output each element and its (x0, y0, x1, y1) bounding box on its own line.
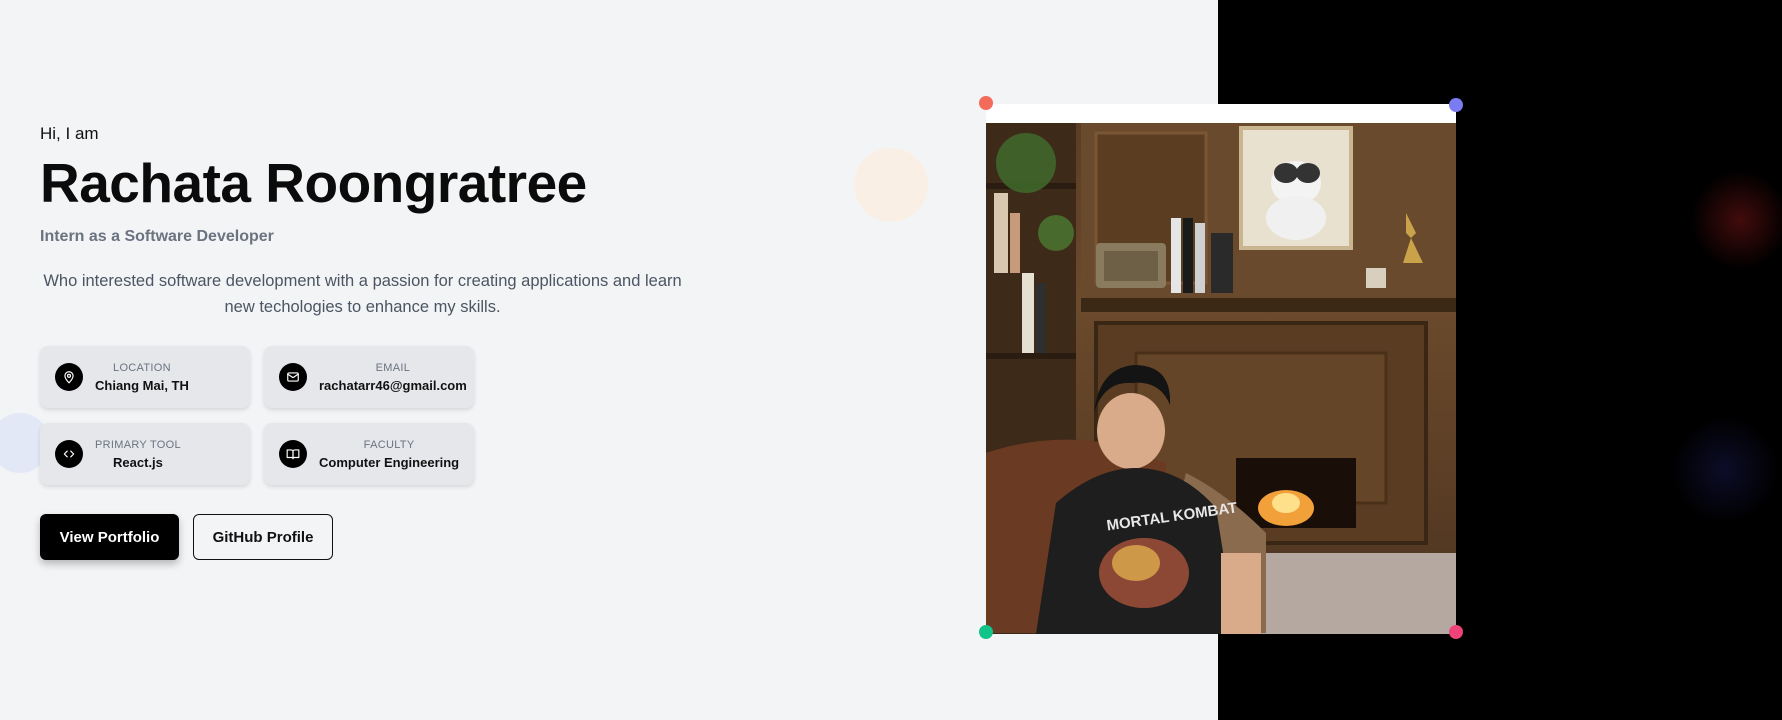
book-icon (279, 440, 307, 468)
description-text: Who interested software development with… (43, 272, 682, 316)
primary-tool-card: PRIMARY TOOL React.js (40, 423, 250, 485)
cta-buttons: View Portfolio GitHub Profile (40, 514, 333, 560)
person-name: Rachata Roongratree (40, 152, 587, 214)
peach-blob-decoration (854, 148, 928, 222)
info-cards-grid: LOCATION Chiang Mai, TH EMAIL rachatarr4… (40, 346, 474, 485)
corner-dot-bottom-left (979, 625, 993, 639)
blue-glow-decoration (1670, 415, 1780, 525)
photo-illustration: MORTAL KOMBAT (986, 123, 1456, 634)
greeting-text: Hi, I am (40, 124, 99, 143)
hero-section: Hi, I am Rachata Roongratree Intern as a… (40, 124, 685, 320)
email-card: EMAIL rachatarr46@gmail.com (264, 346, 474, 408)
code-icon (55, 440, 83, 468)
card-label: PRIMARY TOOL (95, 438, 181, 451)
view-portfolio-button[interactable]: View Portfolio (40, 514, 179, 560)
map-pin-icon (55, 363, 83, 391)
role-subtitle: Intern as a Software Developer (40, 228, 274, 245)
card-value: rachatarr46@gmail.com (319, 377, 467, 393)
github-profile-button[interactable]: GitHub Profile (193, 514, 333, 560)
mail-icon (279, 363, 307, 391)
profile-photo: MORTAL KOMBAT (986, 123, 1456, 634)
card-label: LOCATION (113, 361, 171, 374)
card-value: React.js (113, 454, 163, 470)
card-label: FACULTY (363, 438, 415, 451)
location-card: LOCATION Chiang Mai, TH (40, 346, 250, 408)
card-value: Chiang Mai, TH (95, 377, 189, 393)
corner-dot-bottom-right (1449, 625, 1463, 639)
card-value: Computer Engineering (319, 454, 460, 470)
corner-dot-top-right (1449, 98, 1463, 112)
red-glow-decoration (1690, 170, 1782, 270)
faculty-card: FACULTY Computer Engineering (264, 423, 474, 485)
card-label: EMAIL (375, 361, 411, 374)
corner-dot-top-left (979, 96, 993, 110)
